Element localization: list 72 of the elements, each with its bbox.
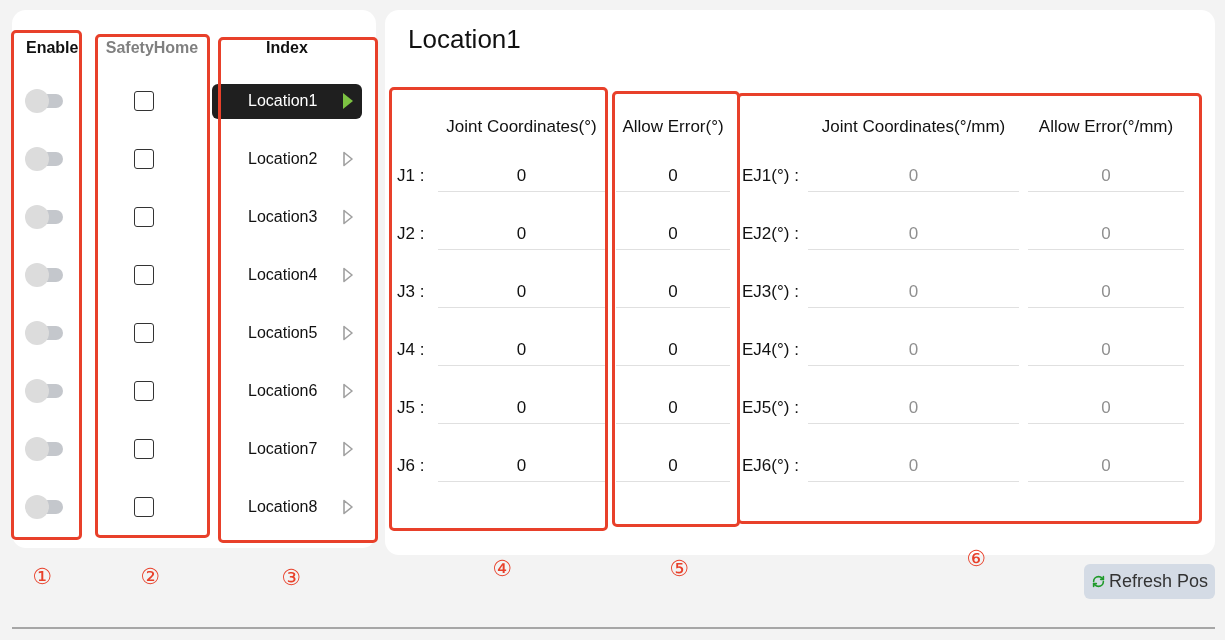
checkbox[interactable] [134,497,154,517]
row-label: EJ5(°) : [742,398,799,418]
error-field[interactable]: 0 [616,450,730,482]
triangle-icon [343,383,353,399]
location-item[interactable]: Location6 [212,373,362,409]
column-header: Joint Coordinates(°) [446,117,597,137]
coordinate-field[interactable]: 0 [438,160,605,192]
checkbox[interactable] [134,265,154,285]
row-label: EJ3(°) : [742,282,799,302]
checkbox[interactable] [134,207,154,227]
error-field[interactable]: 0 [616,276,730,308]
toggle-switch[interactable] [25,495,63,519]
triangle-icon [343,93,353,109]
annotation-number: ⑤ [669,558,689,580]
annotation-number: ⑥ [966,548,986,570]
error-field[interactable]: 0 [616,392,730,424]
row-label: EJ6(°) : [742,456,799,476]
triangle-icon [343,441,353,457]
column-header: Index [266,39,308,57]
row-label: EJ2(°) : [742,224,799,244]
checkbox[interactable] [134,149,154,169]
row-label: J1 : [397,166,425,186]
checkbox[interactable] [134,323,154,343]
annotation-number: ④ [492,558,512,580]
row-label: J2 : [397,224,425,244]
checkbox[interactable] [134,381,154,401]
error-field[interactable]: 0 [616,160,730,192]
toggle-switch[interactable] [25,263,63,287]
toggle-switch[interactable] [25,321,63,345]
toggle-switch[interactable] [25,205,63,229]
toggle-switch[interactable] [25,147,63,171]
annotation-number: ③ [281,567,301,589]
location-item[interactable]: Location7 [212,431,362,467]
toggle-switch[interactable] [25,89,63,113]
coordinate-field[interactable]: 0 [438,392,605,424]
triangle-icon [343,209,353,225]
refresh-button[interactable]: Refresh Pos [1083,564,1215,599]
triangle-icon [343,151,353,167]
refresh-icon [1091,575,1105,588]
coordinate-field[interactable]: 0 [438,276,605,308]
location-item[interactable]: Location3 [212,199,362,235]
row-label: EJ4(°) : [742,340,799,360]
column-header: Joint Coordinates(°/mm) [821,117,1006,137]
row-label: EJ1(°) : [742,166,799,186]
row-label: J5 : [397,398,425,418]
error-field[interactable]: 0 [616,218,730,250]
column-header: Allow Error(°/mm) [1038,117,1174,137]
annotation-number: ② [140,566,160,588]
toggle-switch[interactable] [25,437,63,461]
toggle-switch[interactable] [25,379,63,403]
column-header: Allow Error(°) [622,117,724,137]
triangle-icon [343,325,353,341]
location-item[interactable]: Location4 [212,257,362,293]
location-item[interactable]: Location1 [212,83,362,119]
coordinate-field[interactable]: 0 [438,450,605,482]
checkbox[interactable] [134,91,154,111]
column-header: SafetyHome [105,39,199,57]
checkbox[interactable] [134,439,154,459]
location-title: Location1 [407,24,521,54]
triangle-icon [343,499,353,515]
row-label: J3 : [397,282,425,302]
location-item[interactable]: Location5 [212,315,362,351]
location-item[interactable]: Location2 [212,141,362,177]
coordinate-field[interactable]: 0 [438,218,605,250]
triangle-icon [343,267,353,283]
row-label: J4 : [397,340,425,360]
annotation-number: ① [32,566,52,588]
column-header: Enable [26,39,79,57]
coordinate-field[interactable]: 0 [438,334,605,366]
location-item[interactable]: Location8 [212,489,362,525]
row-label: J6 : [397,456,425,476]
error-field[interactable]: 0 [616,334,730,366]
